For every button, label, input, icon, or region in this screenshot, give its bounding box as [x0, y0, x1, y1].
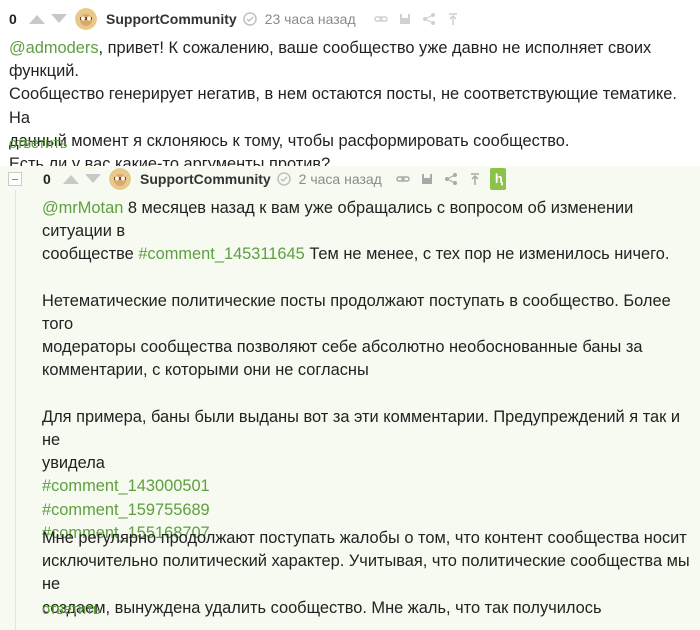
avatar[interactable]: [109, 168, 131, 190]
upvote-button[interactable]: [29, 13, 45, 25]
comment-time[interactable]: 2 часа назад: [299, 171, 382, 187]
comment-2-line: сообществе #comment_145311645 Тем не мен…: [42, 245, 670, 264]
author-name[interactable]: SupportCommunity: [106, 11, 237, 27]
upvote-button[interactable]: [63, 173, 79, 185]
rating-value: 0: [43, 171, 51, 187]
verified-icon: [242, 12, 257, 26]
save-icon[interactable]: [398, 12, 412, 26]
comment-time[interactable]: 23 часа назад: [265, 11, 356, 27]
comment-2-line: Для примера, баны были выданы вот за эти…: [42, 407, 681, 449]
comment-1-header: 0 SupportCommunity 23 часа назад: [9, 5, 460, 33]
comment-2-line: исключительно политический характер. Учи…: [42, 552, 690, 594]
comment-2-line: создаем, вынуждена удалить сообщество. М…: [42, 598, 602, 617]
comment-1-line: @admoders, привет! К сожалению, ваше соо…: [9, 39, 652, 81]
share-icon[interactable]: [444, 172, 458, 186]
mention-link[interactable]: @admoders: [9, 39, 99, 57]
arrow-down-icon: [85, 174, 101, 183]
comment-1-line: Сообщество генерирует негатив, в нем ост…: [9, 85, 677, 127]
avatar-image: [109, 168, 131, 190]
reply-button[interactable]: ответить: [42, 602, 100, 618]
share-icon[interactable]: [422, 12, 436, 26]
collapse-button[interactable]: [8, 172, 22, 186]
comment-2-line: Мне регулярно продолжают поступать жалоб…: [42, 529, 687, 547]
comment-1-body: @admoders, привет! К сожалению, ваше соо…: [9, 37, 694, 176]
arrow-top-icon[interactable]: [446, 12, 460, 26]
comment-2-body-final: Мне регулярно продолжают поступать жалоб…: [42, 527, 697, 620]
avatar[interactable]: [75, 8, 97, 30]
comment-link[interactable]: #comment_143000501: [42, 477, 210, 495]
arrow-up-icon: [63, 175, 79, 184]
comment-2-header: 0 SupportCommunity 2 часа назад ⱨ: [43, 165, 506, 193]
reply-button[interactable]: ответить: [9, 136, 67, 152]
link-icon[interactable]: [373, 12, 388, 26]
thread-line[interactable]: [15, 190, 16, 630]
author-name[interactable]: SupportCommunity: [140, 171, 271, 187]
comment-2-line: увидела: [42, 454, 105, 473]
arrow-down-icon: [51, 14, 67, 23]
verified-icon: [276, 172, 291, 186]
save-icon[interactable]: [420, 172, 434, 186]
mention-link[interactable]: @mrMotan: [42, 199, 123, 217]
link-icon[interactable]: [396, 172, 410, 186]
comment-2-line: Нетематические политические посты продол…: [42, 291, 671, 333]
comment-link[interactable]: #comment_145311645: [138, 245, 304, 263]
comment-1-line: данный момент я склоняюсь к тому, чтобы …: [9, 131, 570, 150]
comment-2-line: @mrMotan 8 месяцев назад к вам уже обращ…: [42, 199, 634, 241]
comment-2-body: @mrMotan 8 месяцев назад к вам уже обращ…: [42, 197, 697, 545]
rating-value: 0: [9, 11, 17, 27]
downvote-button[interactable]: [85, 173, 101, 185]
downvote-button[interactable]: [51, 13, 67, 25]
arrow-up-icon: [29, 15, 45, 24]
comment-2-line: комментарии, с которыми они не согласны: [42, 361, 369, 380]
comment-2-line: модераторы сообщества позволяют себе абс…: [42, 338, 643, 357]
leaf-icon[interactable]: ⱨ: [489, 168, 506, 190]
arrow-top-icon[interactable]: [468, 172, 482, 186]
avatar-image: [75, 8, 97, 30]
comment-link[interactable]: #comment_159755689: [42, 501, 210, 519]
